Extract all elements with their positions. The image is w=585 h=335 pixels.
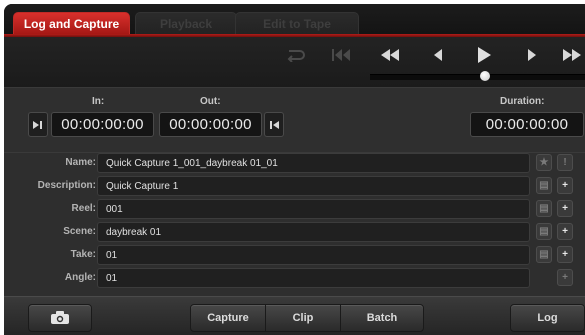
set-in-button[interactable] [28,112,48,137]
tab-bar: Log and Capture Playback Edit to Tape [4,4,585,34]
tab-edit-to-tape[interactable]: Edit to Tape [235,12,359,34]
in-timecode-field[interactable]: 00:00:00:00 [51,112,154,137]
play-icon[interactable] [469,43,499,67]
in-label: In: [92,96,105,107]
reel-add-button[interactable]: + [557,200,573,217]
take-add-button[interactable]: + [557,246,573,263]
step-forward-icon[interactable] [517,43,547,67]
snapshot-button[interactable] [28,304,92,332]
angle-field[interactable]: 01 [97,268,530,288]
reel-row: Reel: 001 ▤ + [4,199,585,221]
name-field[interactable]: Quick Capture 1_001_daybreak 01_01 [97,153,530,173]
warning-icon[interactable]: ! [557,154,573,171]
scene-add-button[interactable]: + [557,223,573,240]
out-timecode-field[interactable]: 00:00:00:00 [159,112,262,137]
slate-icon[interactable]: ▤ [536,246,552,263]
clip-button[interactable]: Clip [265,304,341,332]
angle-label: Angle: [64,272,96,283]
description-add-button[interactable]: + [557,177,573,194]
fast-forward-icon[interactable] [557,43,585,67]
take-label: Take: [70,249,96,260]
description-field[interactable]: Quick Capture 1 [97,176,530,196]
description-row: Description: Quick Capture 1 ▤ + [4,176,585,198]
rewind-icon[interactable] [375,43,405,67]
slate-icon[interactable]: ▤ [536,200,552,217]
go-to-start-icon[interactable] [326,43,356,67]
tab-log-and-capture[interactable]: Log and Capture [13,12,130,34]
scrub-bar[interactable] [370,74,585,80]
set-out-button[interactable] [264,112,284,137]
angle-add-button[interactable]: + [557,269,573,286]
transport-controls [4,37,585,87]
capture-button[interactable]: Capture [190,304,266,332]
duration-timecode-field: 00:00:00:00 [470,112,584,137]
bottom-toolbar: Capture Clip Batch Log [4,296,585,335]
name-label: Name: [65,157,96,168]
step-back-icon[interactable] [423,43,453,67]
take-field[interactable]: 01 [97,245,530,265]
log-button[interactable]: Log [510,304,585,332]
log-and-capture-panel: Log and Capture Playback Edit to Tape In… [4,4,585,335]
name-row: Name: Quick Capture 1_001_daybreak 01_01… [4,153,585,175]
slate-icon[interactable]: ▤ [536,177,552,194]
timecode-section: In: Out: Duration: 00:00:00:00 00:00:00:… [4,87,585,152]
description-label: Description: [37,180,96,191]
scene-field[interactable]: daybreak 01 [97,222,530,242]
loop-icon[interactable] [280,43,310,67]
scene-label: Scene: [63,226,96,237]
scene-row: Scene: daybreak 01 ▤ + [4,222,585,244]
scrub-handle[interactable] [480,71,490,81]
tab-playback[interactable]: Playback [135,12,237,34]
camera-icon [51,311,69,324]
star-icon[interactable]: ★ [536,154,552,171]
angle-row: Angle: 01 + [4,268,585,290]
take-row: Take: 01 ▤ + [4,245,585,267]
reel-label: Reel: [71,203,96,214]
duration-label: Duration: [500,96,545,107]
out-label: Out: [200,96,221,107]
reel-field[interactable]: 001 [97,199,530,219]
batch-button[interactable]: Batch [340,304,424,332]
slate-icon[interactable]: ▤ [536,223,552,240]
